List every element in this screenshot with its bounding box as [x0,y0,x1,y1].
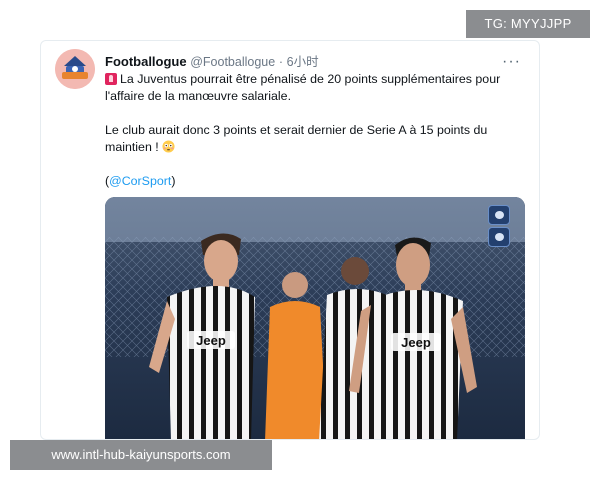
tweet-line-1: La Juventus pourrait être pénalisé de 20… [105,71,525,88]
left-shirt-sponsor: Jeep [196,333,226,348]
author-handle[interactable]: @Footballogue [190,55,275,69]
avatar-logo-icon [55,49,95,89]
line-1-text: La Juventus pourrait être pénalisé de 20… [120,72,501,86]
tweet-line-4: maintien ! [105,139,525,156]
source-close-paren: ) [171,174,176,188]
tweet-source: (@CorSport) [105,173,525,190]
tweet-photo[interactable]: Jeep Jeep [105,197,525,439]
tweet-header: Footballogue @Footballogue · 6小时 [105,51,519,71]
tweet-card[interactable]: Footballogue @Footballogue · 6小时 ··· La … [40,40,540,440]
avatar[interactable] [55,49,95,89]
photo-scene: Jeep Jeep [105,197,525,439]
tweet-line-2: l'affaire de la manœuvre salariale. [105,89,292,103]
alarm-emoji-icon [105,73,117,85]
separator: · [278,55,283,69]
timestamp[interactable]: 6小时 [287,55,319,69]
tweet-text: La Juventus pourrait être pénalisé de 20… [105,71,525,190]
tweet-line-3: Le club aurait donc 3 points et serait d… [105,123,488,137]
right-shirt-sponsor: Jeep [401,335,431,350]
flushed-face-emoji-icon [162,140,175,153]
photo-credit-icon [488,227,510,247]
line-4-text: maintien ! [105,140,159,154]
more-icon[interactable]: ··· [502,53,521,71]
mention-link[interactable]: @CorSport [109,174,171,188]
site-watermark: www.intl-hub-kaiyunsports.com [10,440,272,470]
club-crest-icon [488,205,510,225]
author-name[interactable]: Footballogue [105,54,187,69]
tg-watermark: TG: MYYJJPP [466,10,590,38]
